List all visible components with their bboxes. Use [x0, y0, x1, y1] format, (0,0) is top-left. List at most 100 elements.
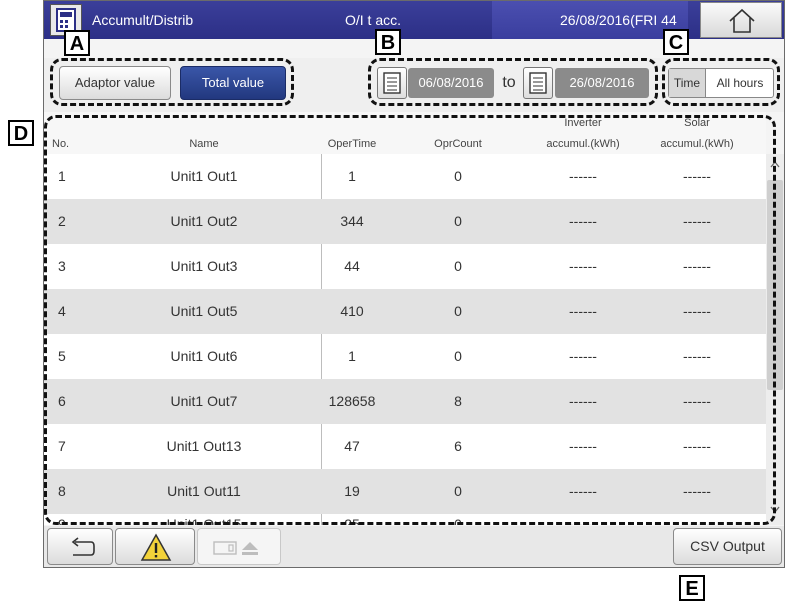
cell-inverter: ------	[569, 393, 597, 409]
callout-d: D	[8, 120, 34, 146]
page-title: Accumult/Distrib	[92, 12, 194, 28]
cell-solar: ------	[683, 438, 711, 454]
cell-name: Unit1 Out6	[170, 348, 238, 364]
table-header: No. Name OperTime OprCount Inverter accu…	[44, 112, 766, 154]
cell-opertime: 1	[348, 348, 356, 364]
cell-name: Unit1 Out2	[170, 213, 238, 229]
callout-b: B	[375, 29, 401, 55]
cell-name: Unit1 Out13	[166, 438, 242, 454]
callout-e: E	[679, 575, 705, 601]
table-row[interactable]: 2 Unit1 Out2 344 0 ------ ------	[44, 199, 766, 244]
cell-solar: ------	[683, 393, 711, 409]
cell-no: 5	[58, 348, 66, 364]
cell-opertime: 25	[344, 516, 360, 525]
home-button[interactable]	[700, 2, 782, 38]
cell-solar: ------	[683, 258, 711, 274]
cell-inverter: ------	[569, 303, 597, 319]
cell-name: Unit1 Out7	[170, 393, 238, 409]
cell-no: 9	[58, 516, 66, 525]
date-to-field[interactable]: 26/08/2016	[555, 68, 649, 98]
warning-icon	[140, 533, 172, 561]
cell-opertime: 44	[344, 258, 360, 274]
col-header-no: No.	[52, 138, 70, 150]
cell-no: 1	[58, 168, 66, 184]
cell-name: Unit1 Out5	[170, 303, 238, 319]
scroll-down-icon[interactable]	[770, 506, 780, 514]
cell-no: 3	[58, 258, 66, 274]
back-button[interactable]	[47, 528, 113, 565]
cell-oprcount: 0	[454, 348, 462, 364]
cell-no: 8	[58, 483, 66, 499]
from-calendar-button[interactable]	[377, 67, 407, 99]
cell-inverter: ------	[569, 168, 597, 184]
cell-no: 2	[58, 213, 66, 229]
cell-solar: ------	[683, 303, 711, 319]
table-row[interactable]: 8 Unit1 Out11 19 0 ------ ------	[44, 469, 766, 514]
col-header-name: Name	[189, 138, 219, 150]
cell-oprcount: 8	[454, 393, 462, 409]
cell-name: Unit1 Out11	[167, 483, 241, 499]
home-icon	[729, 8, 755, 33]
date-range-to-label: to	[502, 74, 516, 91]
cell-oprcount: 0	[454, 303, 462, 319]
table-row[interactable]: 9 Unit1 Out15 25 0 ------ ------	[44, 512, 766, 525]
cell-opertime: 344	[340, 213, 364, 229]
table-row[interactable]: 3 Unit1 Out3 44 0 ------ ------	[44, 244, 766, 289]
cell-opertime: 128658	[328, 393, 376, 409]
cell-inverter: ------	[569, 213, 597, 229]
cell-name: Unit1 Out15	[166, 516, 242, 525]
table-row[interactable]: 6 Unit1 Out7 128658 8 ------ ------	[44, 379, 766, 424]
col-header-inverter-bottom: accumul.(kWh)	[546, 138, 620, 150]
callout-a: A	[64, 30, 90, 56]
warning-button[interactable]	[115, 528, 195, 565]
cell-oprcount: 0	[454, 168, 462, 184]
col-header-solar-top: Solar	[684, 117, 710, 129]
cell-solar: ------	[683, 516, 711, 525]
cell-solar: ------	[683, 348, 711, 364]
scrollbar-thumb[interactable]	[767, 180, 783, 390]
cell-no: 7	[58, 438, 66, 454]
data-table: 1 Unit1 Out1 1 0 ------ ------ 2 Unit1 O…	[44, 154, 766, 525]
cell-inverter: ------	[569, 438, 597, 454]
table-row[interactable]: 1 Unit1 Out1 1 0 ------ ------	[44, 154, 766, 199]
cell-inverter: ------	[569, 258, 597, 274]
cell-solar: ------	[683, 213, 711, 229]
cell-name: Unit1 Out3	[170, 258, 238, 274]
table-row[interactable]: 5 Unit1 Out6 1 0 ------ ------	[44, 334, 766, 379]
adaptor-value-button[interactable]: Adaptor value	[59, 66, 171, 100]
to-calendar-button[interactable]	[523, 67, 553, 99]
cell-oprcount: 0	[454, 258, 462, 274]
calendar-icon	[383, 72, 401, 94]
cell-solar: ------	[683, 483, 711, 499]
date-from-field[interactable]: 06/08/2016	[408, 68, 494, 98]
csv-output-button[interactable]: CSV Output	[673, 528, 782, 565]
header-datetime: 26/08/2016(FRI 44	[560, 12, 677, 28]
cell-opertime: 47	[344, 438, 360, 454]
cell-opertime: 1	[348, 168, 356, 184]
card-eject-button[interactable]	[197, 528, 281, 565]
cell-opertime: 19	[344, 483, 360, 499]
col-header-inverter-top: Inverter	[564, 117, 602, 129]
col-header-opertime: OperTime	[327, 138, 377, 150]
table-row[interactable]: 7 Unit1 Out13 47 6 ------ ------	[44, 424, 766, 469]
scrollbar-track[interactable]	[766, 154, 784, 525]
table-row[interactable]: 4 Unit1 Out5 410 0 ------ ------	[44, 289, 766, 334]
time-filter-button[interactable]: Time All hours	[668, 68, 774, 98]
cell-no: 6	[58, 393, 66, 409]
cell-name: Unit1 Out1	[170, 168, 238, 184]
card-eject-icon	[213, 541, 258, 555]
cell-inverter: ------	[569, 516, 597, 525]
cell-oprcount: 0	[454, 516, 462, 525]
scroll-up-icon[interactable]	[770, 160, 780, 168]
col-header-solar-bottom: accumul.(kWh)	[660, 138, 734, 150]
callout-c: C	[663, 29, 689, 55]
cell-oprcount: 6	[454, 438, 462, 454]
cell-inverter: ------	[569, 483, 597, 499]
cell-inverter: ------	[569, 348, 597, 364]
cell-oprcount: 0	[454, 213, 462, 229]
col-header-oprcount: OprCount	[434, 138, 482, 150]
time-filter-value: All hours	[716, 76, 764, 90]
calendar-icon	[529, 72, 547, 94]
total-value-button[interactable]: Total value	[180, 66, 286, 100]
cell-solar: ------	[683, 168, 711, 184]
